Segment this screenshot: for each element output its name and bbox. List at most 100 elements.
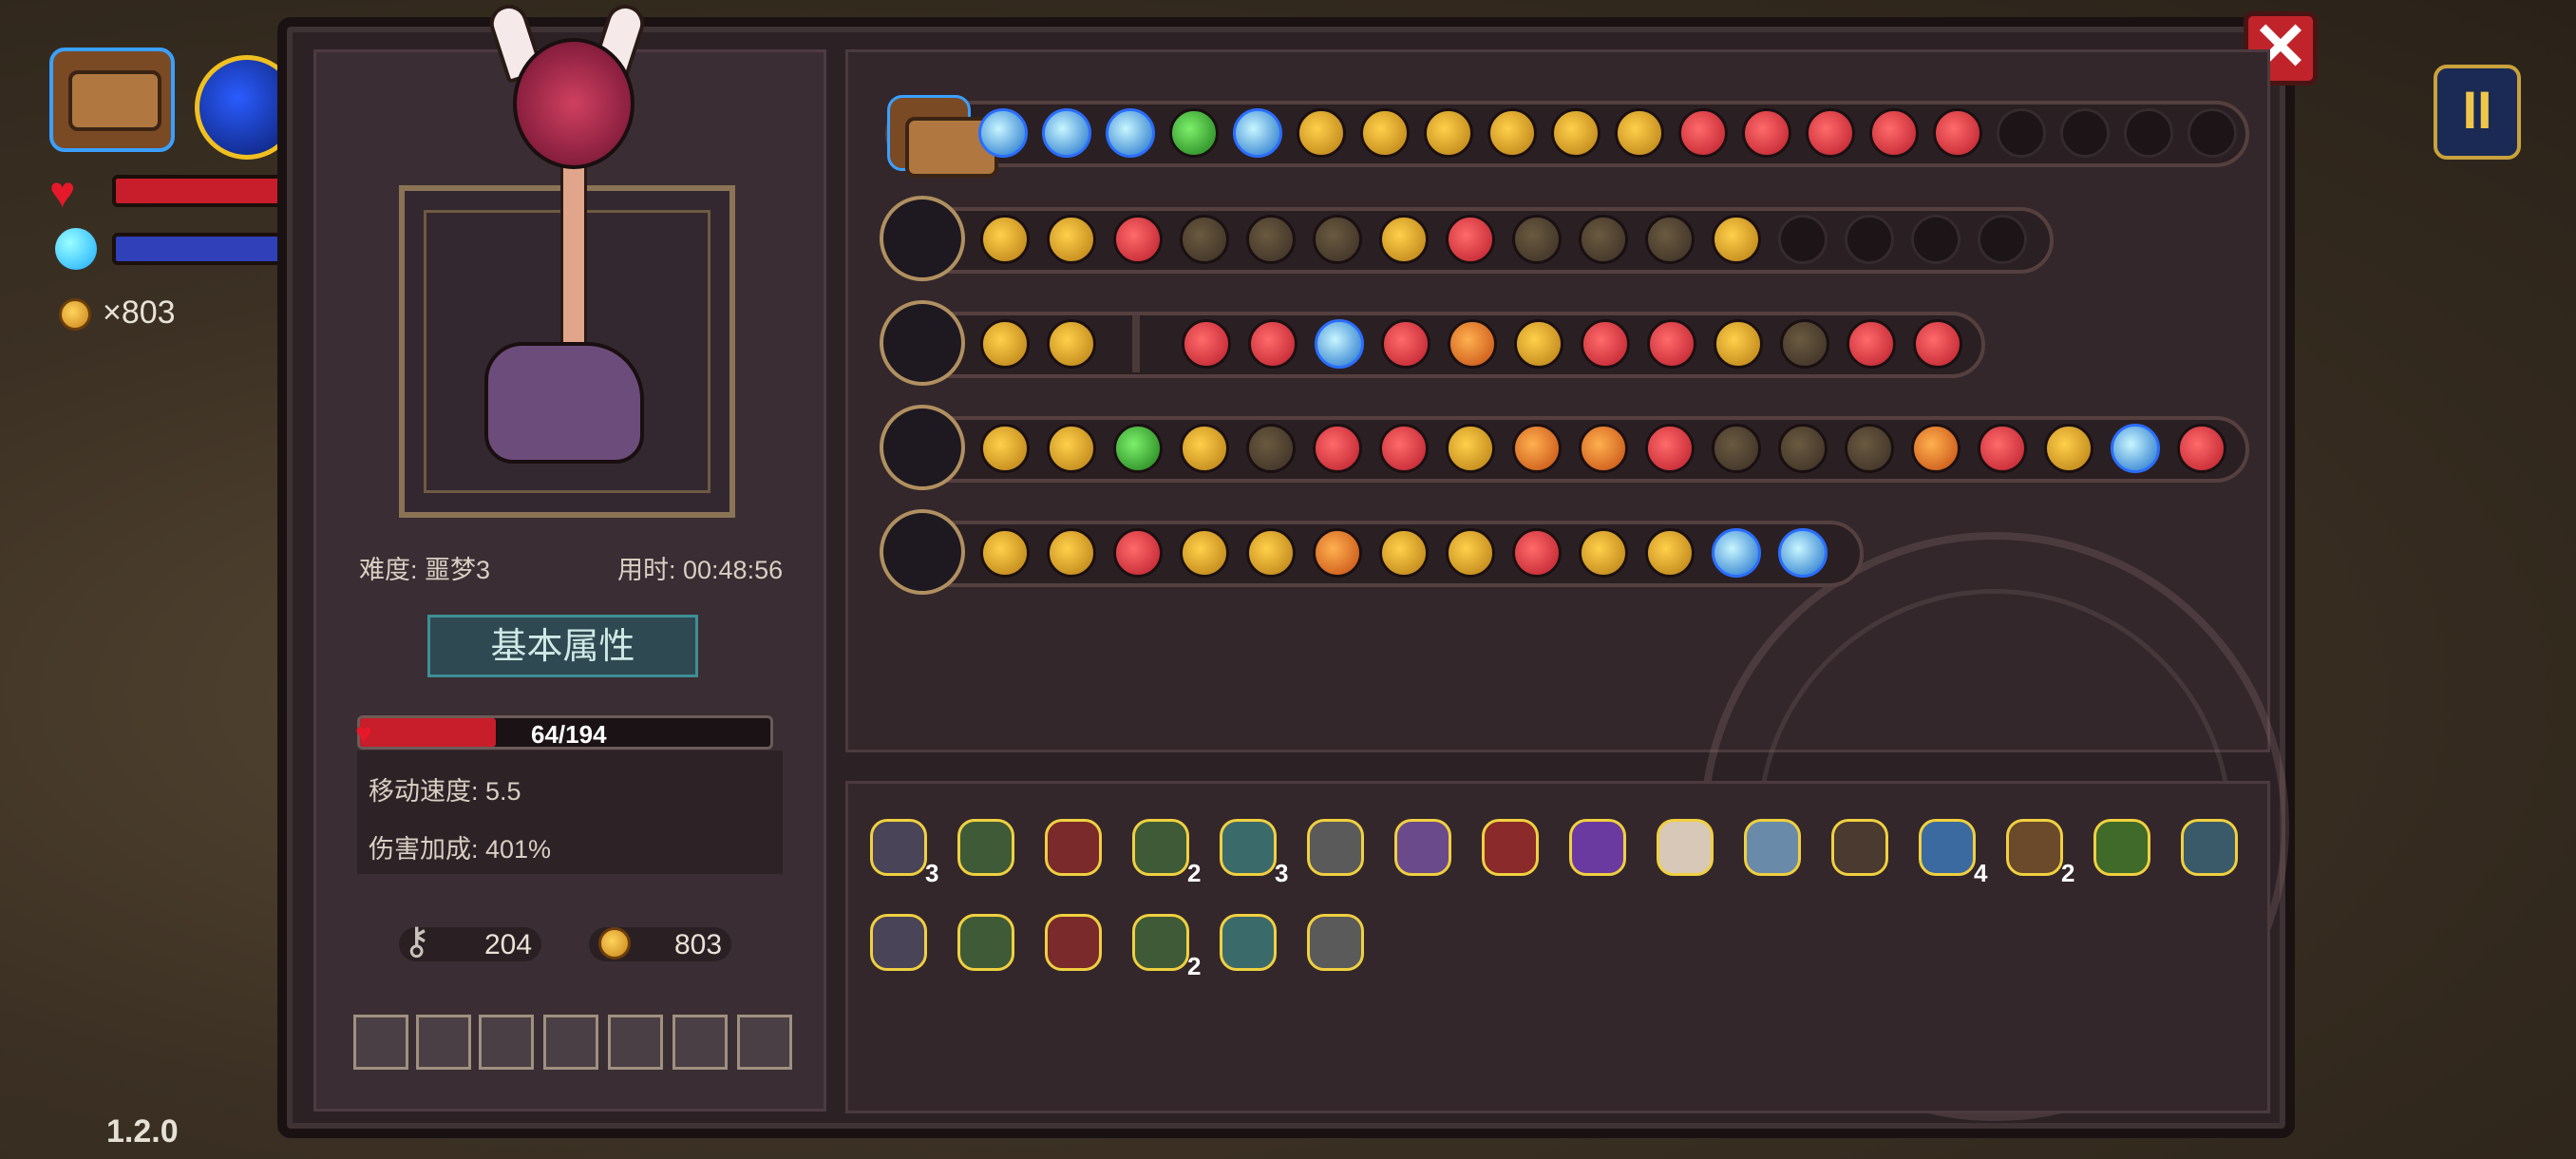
empty-slot[interactable] (737, 1015, 792, 1070)
skill-slot-icon[interactable] (1047, 215, 1096, 264)
item-icon[interactable] (1307, 819, 1364, 876)
skill-slot-icon[interactable] (1742, 108, 1791, 158)
item-icon[interactable] (957, 819, 1014, 876)
skill-slot-icon[interactable] (1248, 319, 1297, 369)
skill-slot-icon[interactable] (1514, 319, 1563, 369)
empty-slot[interactable] (543, 1015, 598, 1070)
item-icon[interactable] (1220, 914, 1277, 971)
skill-slot-icon[interactable] (1246, 528, 1296, 578)
item-icon[interactable] (957, 914, 1014, 971)
skill-slot-icon[interactable] (1647, 319, 1696, 369)
skill-slot-icon[interactable] (1778, 424, 1828, 473)
item-icon[interactable] (1132, 819, 1189, 876)
skill-slot-icon[interactable] (1978, 424, 2027, 473)
wand-weapon-icon[interactable] (880, 509, 965, 595)
skill-slot-icon[interactable] (1233, 108, 1282, 158)
skill-slot-icon[interactable] (1512, 528, 1562, 578)
item-icon[interactable] (2006, 819, 2063, 876)
item-icon[interactable] (1307, 914, 1364, 971)
item-icon[interactable] (1045, 819, 1102, 876)
pause-button[interactable]: II (2434, 65, 2521, 160)
skill-slot-icon[interactable] (1845, 215, 1894, 264)
skill-slot-icon[interactable] (1182, 319, 1231, 369)
empty-slot[interactable] (479, 1015, 534, 1070)
skill-slot-icon[interactable] (1645, 528, 1695, 578)
spellbook-icon[interactable] (880, 196, 965, 281)
item-icon[interactable] (1482, 819, 1539, 876)
skill-slot-icon[interactable] (1180, 424, 1229, 473)
skill-slot-icon[interactable] (1297, 108, 1346, 158)
skill-slot-icon[interactable] (1847, 319, 1896, 369)
skill-slot-icon[interactable] (1845, 424, 1894, 473)
skill-slot-icon[interactable] (1911, 215, 1960, 264)
skill-slot-icon[interactable] (1424, 108, 1473, 158)
staff-weapon-icon[interactable] (880, 300, 965, 386)
skill-slot-icon[interactable] (1512, 424, 1562, 473)
skill-slot-icon[interactable] (1645, 424, 1695, 473)
skill-slot-icon[interactable] (1106, 108, 1155, 158)
skill-slot-icon[interactable] (1579, 215, 1628, 264)
skill-slot-icon[interactable] (1551, 108, 1601, 158)
empty-slot[interactable] (608, 1015, 663, 1070)
skill-slot-icon[interactable] (1446, 528, 1495, 578)
backpack-icon[interactable] (887, 95, 998, 178)
skill-slot-icon[interactable] (1047, 528, 1096, 578)
skill-slot-icon[interactable] (2060, 108, 2110, 158)
skill-slot-icon[interactable] (1360, 108, 1410, 158)
skill-slot-icon[interactable] (1978, 215, 2027, 264)
item-icon[interactable] (1744, 819, 1801, 876)
skill-slot-icon[interactable] (1645, 215, 1695, 264)
skill-slot-icon[interactable] (1778, 528, 1828, 578)
item-icon[interactable] (1569, 819, 1626, 876)
skill-slot-icon[interactable] (1579, 424, 1628, 473)
skill-slot-icon[interactable] (980, 528, 1030, 578)
skill-slot-icon[interactable] (1113, 215, 1163, 264)
skill-slot-icon[interactable] (1047, 319, 1096, 369)
potion-slot[interactable] (353, 1015, 408, 1070)
item-icon[interactable] (870, 819, 927, 876)
item-icon[interactable] (2093, 819, 2150, 876)
skill-slot-icon[interactable] (1487, 108, 1537, 158)
skill-slot-icon[interactable] (1712, 528, 1761, 578)
skill-slot-icon[interactable] (1446, 215, 1495, 264)
skill-slot-icon[interactable] (1913, 319, 1962, 369)
skill-slot-icon[interactable] (1047, 424, 1096, 473)
skill-slot-icon[interactable] (1180, 215, 1229, 264)
skill-slot-icon[interactable] (1997, 108, 2046, 158)
item-icon[interactable] (870, 914, 927, 971)
skill-slot-icon[interactable] (1448, 319, 1497, 369)
skill-slot-icon[interactable] (980, 215, 1030, 264)
skill-slot-icon[interactable] (1379, 424, 1429, 473)
skill-slot-icon[interactable] (1714, 319, 1763, 369)
skill-slot-icon[interactable] (1169, 108, 1219, 158)
skill-slot-icon[interactable] (1581, 319, 1630, 369)
skill-slot-icon[interactable] (1615, 108, 1664, 158)
skill-slot-icon[interactable] (1246, 424, 1296, 473)
skill-slot-icon[interactable] (1712, 215, 1761, 264)
item-icon[interactable] (1394, 819, 1451, 876)
skill-slot-icon[interactable] (1778, 215, 1828, 264)
item-icon[interactable] (1831, 819, 1888, 876)
skill-slot-icon[interactable] (1246, 215, 1296, 264)
skill-slot-icon[interactable] (1042, 108, 1091, 158)
skill-slot-icon[interactable] (2111, 424, 2160, 473)
skill-slot-icon[interactable] (1379, 215, 1429, 264)
inventory-chest-icon[interactable] (49, 48, 175, 152)
skill-slot-icon[interactable] (1446, 424, 1495, 473)
skill-slot-icon[interactable] (1933, 108, 1982, 158)
empty-slot[interactable] (672, 1015, 728, 1070)
skill-slot-icon[interactable] (2188, 108, 2237, 158)
item-icon[interactable] (1657, 819, 1714, 876)
skill-slot-icon[interactable] (1579, 528, 1628, 578)
item-icon[interactable] (1045, 914, 1102, 971)
skill-slot-icon[interactable] (1113, 424, 1163, 473)
skill-slot-icon[interactable] (980, 424, 1030, 473)
potion-slot[interactable] (416, 1015, 471, 1070)
skill-slot-icon[interactable] (1911, 424, 1960, 473)
skill-slot-icon[interactable] (1313, 215, 1362, 264)
skill-slot-icon[interactable] (1780, 319, 1829, 369)
skill-slot-icon[interactable] (978, 108, 1028, 158)
skill-slot-icon[interactable] (1313, 424, 1362, 473)
skill-slot-icon[interactable] (1113, 528, 1163, 578)
item-icon[interactable] (1132, 914, 1189, 971)
